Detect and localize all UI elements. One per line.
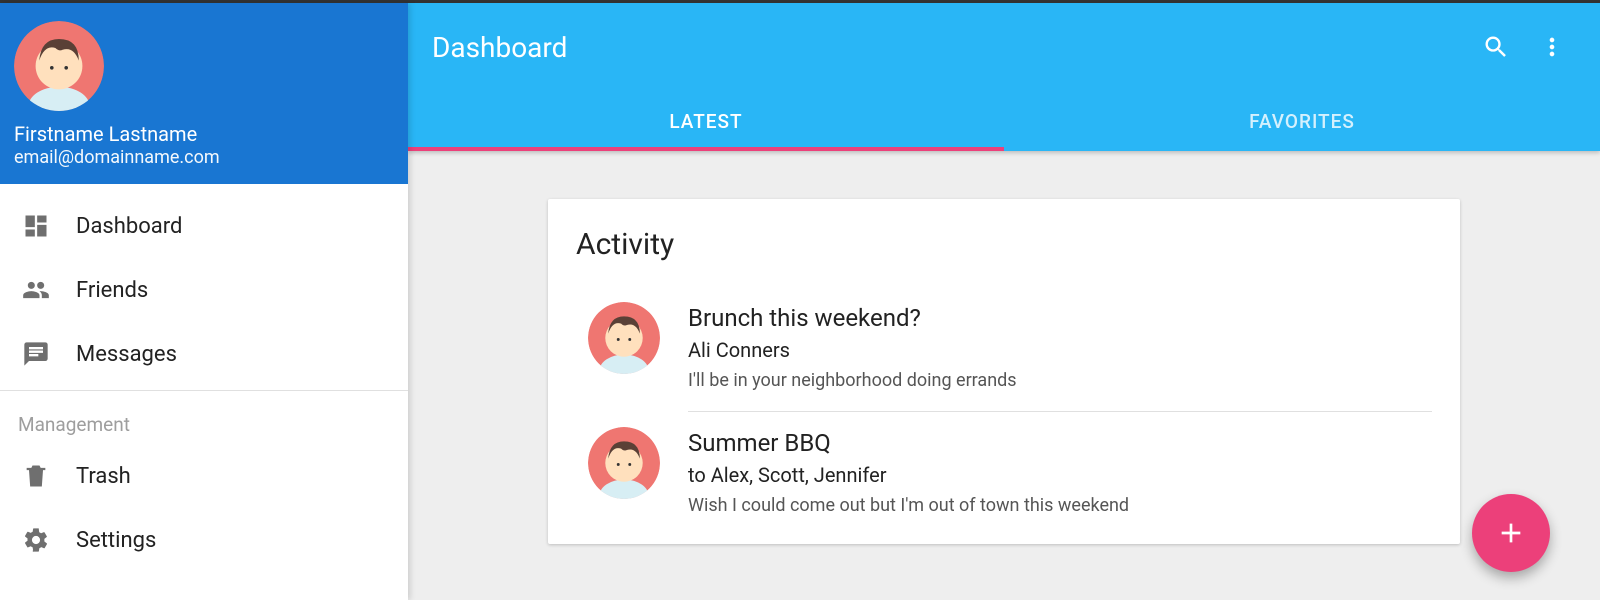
item-title: Brunch this weekend? [688, 304, 1432, 332]
card-title: Activity [548, 227, 1460, 286]
activity-card: Activity Brunch this weekend? Ali Conner… [548, 199, 1460, 544]
page-title: Dashboard [432, 31, 567, 64]
tab-favorites[interactable]: FAVORITES [1004, 91, 1600, 151]
tab-label: LATEST [669, 110, 742, 133]
fab-add[interactable] [1472, 494, 1550, 572]
avatar [588, 302, 660, 374]
nav-divider [0, 390, 408, 391]
sidebar-item-messages[interactable]: Messages [0, 322, 408, 386]
tabs: LATEST FAVORITES [408, 91, 1600, 151]
plus-icon [1495, 517, 1527, 549]
tab-label: FAVORITES [1249, 110, 1355, 133]
nav-label: Settings [76, 528, 156, 553]
people-icon [18, 276, 54, 304]
nav-section-label: Management [0, 395, 408, 444]
dashboard-icon [18, 212, 54, 240]
main: Dashboard LATEST FAVORITES Activity [408, 3, 1600, 600]
item-subtitle: to Alex, Scott, Jennifer [688, 463, 1432, 487]
list-item[interactable]: Summer BBQ to Alex, Scott, Jennifer Wish… [548, 411, 1460, 536]
gear-icon [18, 526, 54, 554]
search-button[interactable] [1472, 23, 1520, 71]
overflow-menu-button[interactable] [1528, 23, 1576, 71]
sidebar: Firstname Lastname email@domainname.com … [0, 3, 408, 600]
tab-latest[interactable]: LATEST [408, 91, 1004, 151]
profile-header: Firstname Lastname email@domainname.com [0, 3, 408, 184]
search-icon [1482, 33, 1510, 61]
item-text: Wish I could come out but I'm out of tow… [688, 495, 1432, 516]
sidebar-item-settings[interactable]: Settings [0, 508, 408, 572]
sidebar-item-dashboard[interactable]: Dashboard [0, 194, 408, 258]
nav-label: Messages [76, 342, 177, 367]
profile-avatar[interactable] [14, 21, 104, 111]
content-area: Activity Brunch this weekend? Ali Conner… [408, 151, 1600, 600]
avatar [588, 427, 660, 499]
sidebar-item-friends[interactable]: Friends [0, 258, 408, 322]
chat-icon [18, 340, 54, 368]
nav-label: Dashboard [76, 214, 182, 239]
item-text: I'll be in your neighborhood doing erran… [688, 370, 1432, 391]
nav-primary: Dashboard Friends Messages Management Tr… [0, 184, 408, 572]
trash-icon [18, 462, 54, 490]
item-title: Summer BBQ [688, 429, 1432, 457]
list-item[interactable]: Brunch this weekend? Ali Conners I'll be… [548, 286, 1460, 411]
item-subtitle: Ali Conners [688, 338, 1432, 362]
nav-label: Trash [76, 464, 131, 489]
more-vert-icon [1538, 33, 1566, 61]
sidebar-item-trash[interactable]: Trash [0, 444, 408, 508]
profile-email: email@domainname.com [14, 147, 394, 168]
appbar: Dashboard LATEST FAVORITES [408, 3, 1600, 151]
profile-name: Firstname Lastname [14, 121, 394, 147]
nav-label: Friends [76, 278, 148, 303]
